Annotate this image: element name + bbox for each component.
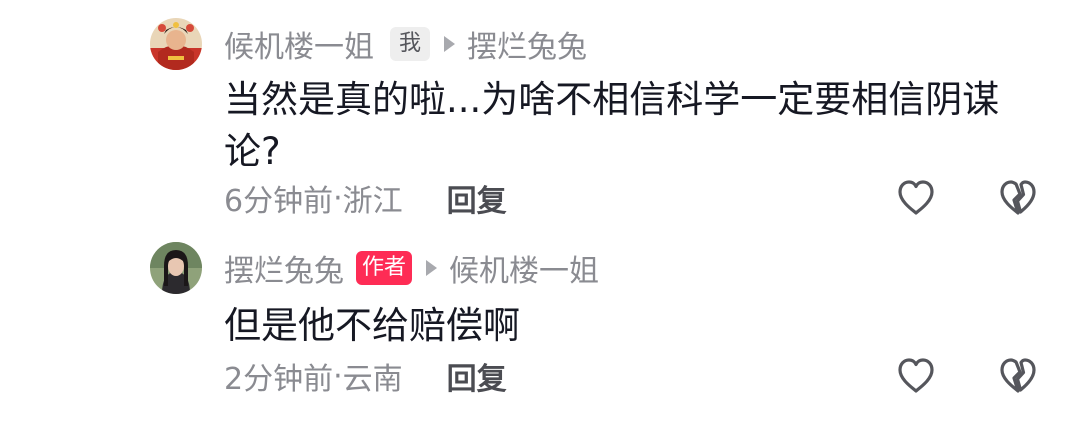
broken-heart-outline-icon[interactable] [996,354,1040,398]
author-badge: 作者 [356,251,413,285]
self-badge: 我 [390,27,431,61]
comment-meta: 摆烂兔兔 作者 候机楼一姐 [224,246,599,290]
reply-button[interactable]: 回复 [447,354,507,398]
comment-item: 候机楼一姐 我 摆烂兔兔 当然是真的啦...为啥不相信科学一定要相信阴谋论? 6… [0,0,1080,230]
avatar[interactable] [150,242,202,294]
comment-meta: 候机楼一姐 我 摆烂兔兔 [224,22,587,66]
reply-to-name[interactable]: 摆烂兔兔 [467,22,587,66]
avatar[interactable] [150,18,202,70]
triangle-right-icon [444,36,456,52]
comment-location: 云南 [342,362,403,397]
location-separator: · [333,180,343,216]
comment-text: 当然是真的啦...为啥不相信科学一定要相信阴谋论? [224,78,1000,173]
author-name[interactable]: 摆烂兔兔 [224,246,344,290]
comment-footer: 2分钟前 · 云南 回复 [224,354,507,398]
heart-outline-icon[interactable] [894,354,938,398]
comment-text: 但是他不给赔偿啊 [224,304,520,347]
reply-button[interactable]: 回复 [447,176,507,220]
broken-heart-outline-icon[interactable] [996,176,1040,220]
reply-to-name[interactable]: 候机楼一姐 [449,246,599,290]
comment-time: 6分钟前 [224,184,334,219]
comment-location: 浙江 [342,184,403,219]
comment-footer: 6分钟前 · 浙江 回复 [224,176,507,220]
location-separator: · [333,358,343,394]
heart-outline-icon[interactable] [894,176,938,220]
triangle-right-icon [426,260,438,276]
author-name[interactable]: 候机楼一姐 [224,22,374,66]
comment-item: 摆烂兔兔 作者 候机楼一姐 但是他不给赔偿啊 2分钟前 · 云南 回复 [0,230,1080,435]
comment-time: 2分钟前 [224,362,334,397]
